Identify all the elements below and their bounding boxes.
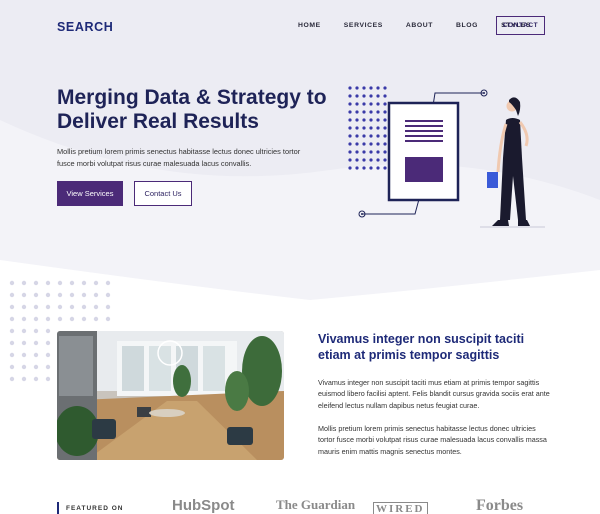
forbes-logo: Forbes [476,497,524,514]
hero-headline: Merging Data & Strategy to Deliver Real … [57,86,327,133]
main-nav: HOME SERVICES ABOUT BLOG STYLES CONTACT [298,16,554,35]
view-services-button[interactable]: View Services [57,181,123,206]
nav-about[interactable]: ABOUT [406,22,433,29]
nav-services[interactable]: SERVICES [344,22,383,29]
about-paragraph-2: Mollis pretium lorem primis senectus hab… [318,424,547,456]
office-photo [57,331,284,460]
hero-description: Mollis pretium lorem primis senectus hab… [57,147,301,168]
brand-logo[interactable]: SEARCH [57,20,113,34]
wired-logo: WIRED [373,502,428,514]
featured-on-label: FEATURED ON [57,502,123,514]
nav-home[interactable]: HOME [298,22,321,29]
guardian-logo: The Guardian [276,497,356,512]
contact-us-button[interactable]: Contact Us [134,181,192,206]
hubspot-logo: HubSpot [172,497,235,514]
nav-blog[interactable]: BLOG [456,22,478,29]
illustration-dot-grid [348,86,387,170]
about-title: Vivamus integer non suscipit taciti etia… [318,332,525,362]
nav-contact-button[interactable]: CONTACT [496,16,545,35]
hero-illustration [340,80,560,240]
about-paragraph-1: Vivamus integer non suscipit taciti mus … [318,378,550,410]
